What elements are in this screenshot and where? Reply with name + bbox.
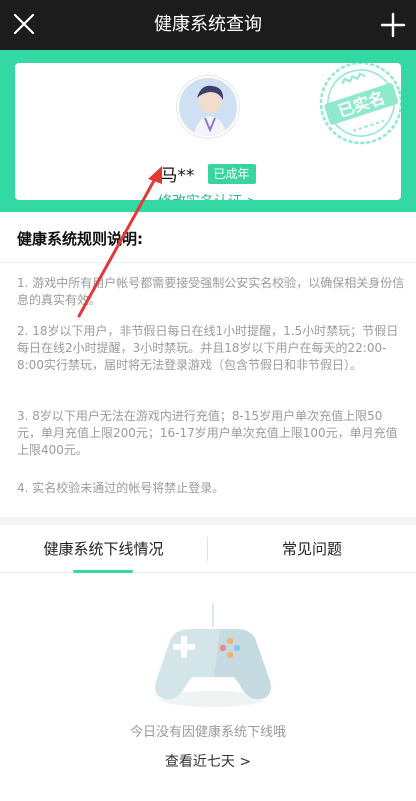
empty-message: 今日没有因健康系统下线哦 (129, 725, 286, 740)
rule-item: 1. 游戏中所有用户帐号都需要接受强制公安实名校验，以确保相关身份信息的真实有效… (17, 276, 405, 307)
adult-badge: 已成年 (207, 163, 256, 184)
gamepad-icon (155, 603, 271, 707)
rules-section: 健康系统规则说明: 1. 游戏中所有用户帐号都需要接受强制公安实名校验，以确保相… (0, 212, 416, 517)
offline-content: 今日没有因健康系统下线哦 查看近七天 > (0, 573, 416, 801)
edit-verification-link[interactable]: 修改实名认证 > (15, 191, 401, 200)
rules-title: 健康系统规则说明: (17, 230, 143, 248)
rule-item: 3. 8岁以下用户无法在游戏内进行充值；8-15岁用户单次充值上限50元，单月充… (17, 409, 398, 457)
tab-faq[interactable]: 常见问题 (208, 525, 416, 573)
avatar-image (179, 78, 237, 136)
view-last-seven-days-link[interactable]: 查看近七天 > (0, 751, 416, 771)
plus-icon[interactable] (380, 12, 406, 38)
rule-item: 2. 18岁以下用户，非节假日每日在线1小时提醒，1.5小时禁玩；节假日每日在线… (17, 324, 399, 372)
verified-stamp: 已实名 (319, 63, 401, 145)
title-bar: 健康系统查询 (0, 0, 416, 50)
tab-offline-status[interactable]: 健康系统下线情况 (0, 525, 207, 573)
name-row: 马** 已成年 (15, 161, 401, 186)
tab-bar: 健康系统下线情况 常见问题 (0, 525, 416, 573)
divider (0, 262, 416, 263)
avatar (177, 76, 239, 138)
page-title: 健康系统查询 (154, 14, 262, 35)
user-name: 马** (160, 166, 195, 186)
rule-item: 4. 实名校验未通过的帐号将禁止登录。 (17, 481, 225, 495)
profile-banner: 马** 已成年 修改实名认证 > 已实名 (0, 50, 416, 212)
profile-card: 马** 已成年 修改实名认证 > 已实名 (15, 63, 401, 200)
